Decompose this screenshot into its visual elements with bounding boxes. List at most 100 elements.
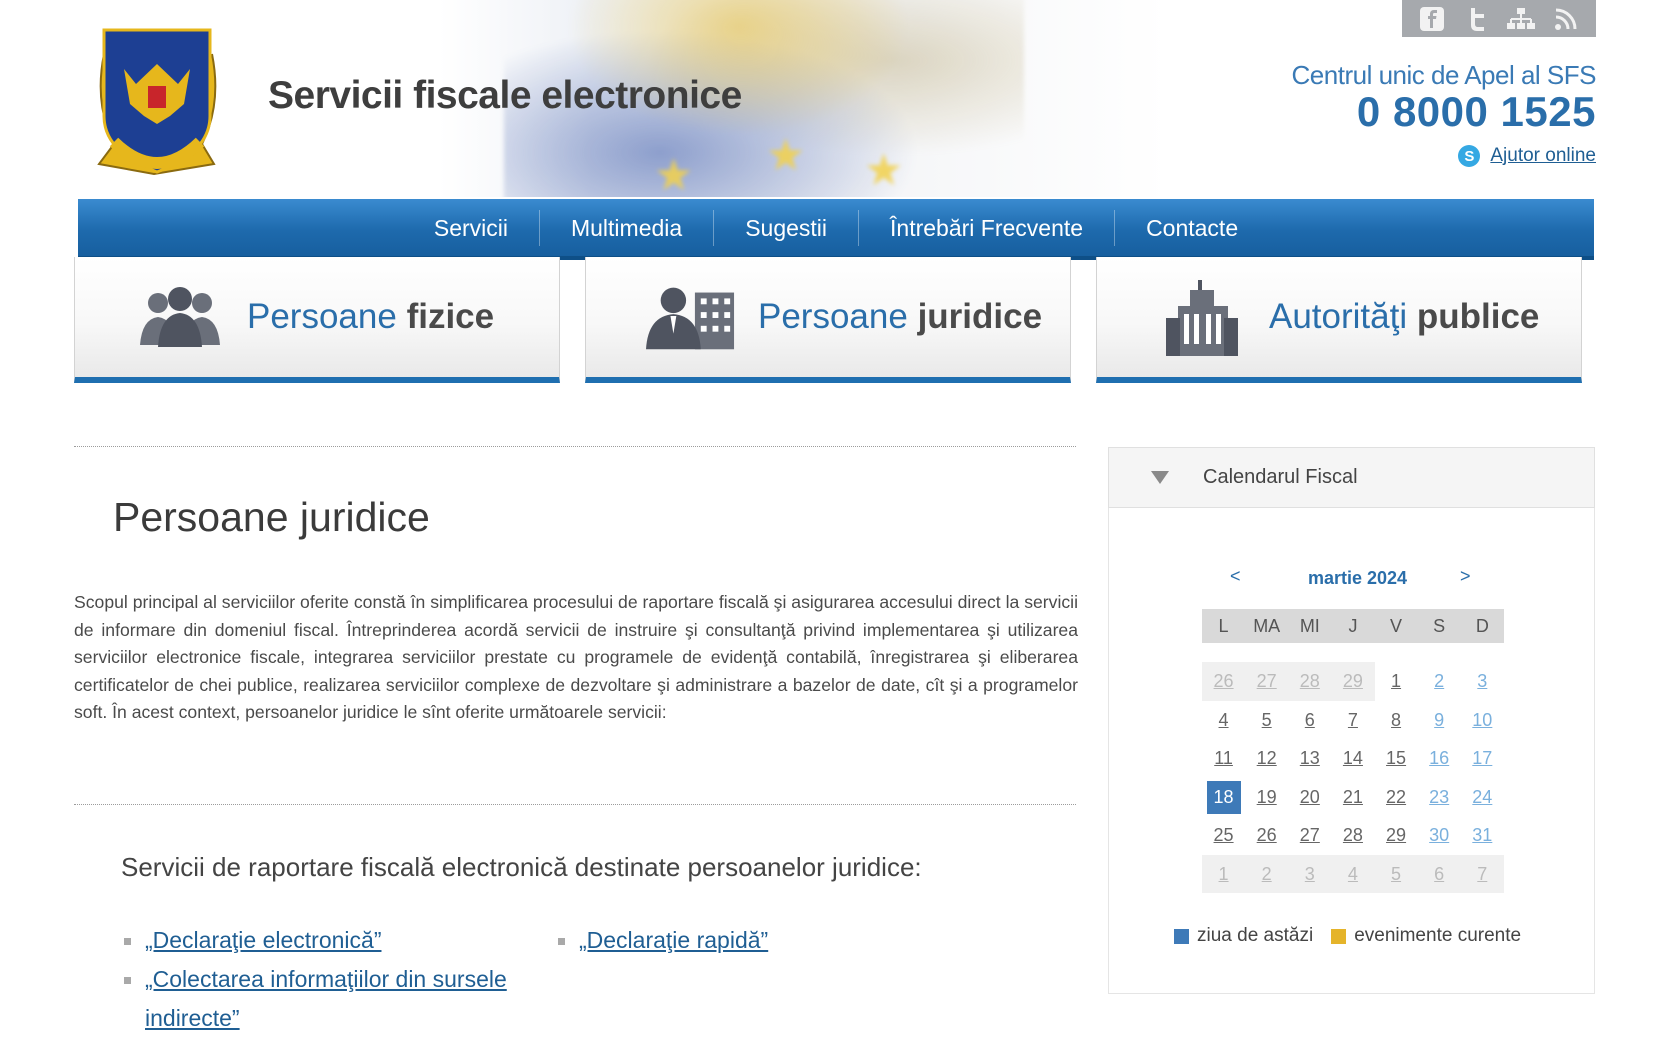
calendar-title: Calendarul Fiscal [1203, 466, 1358, 488]
calendar-panel-header[interactable]: Calendarul Fiscal [1108, 447, 1595, 508]
calendar-week-row: 4 5 6 7 8 9 10 [1202, 701, 1504, 740]
list-bullet [124, 977, 131, 984]
calendar-weeks: 26 27 28 29 1 2 3 4 5 6 7 8 9 10 11 12 13 14 15 16 17 18 19 20 2… [1202, 662, 1504, 893]
calendar-day[interactable]: 2 [1418, 662, 1461, 701]
businessman-building-icon [646, 282, 736, 352]
calendar-day[interactable]: 26 [1245, 816, 1288, 855]
calendar-day[interactable]: 30 [1418, 816, 1461, 855]
calendar-day[interactable]: 5 [1245, 701, 1288, 740]
calendar-week-row: 18 19 20 21 22 23 24 [1202, 778, 1504, 817]
calendar-day-other-month[interactable]: 4 [1331, 854, 1375, 893]
service-link-colectarea-informatiilor[interactable]: „Colectarea informaţiilor din sursele [145, 960, 507, 999]
calendar-day[interactable]: 4 [1202, 701, 1245, 740]
divider [74, 804, 1076, 805]
calendar-day-other-month[interactable]: 1 [1202, 854, 1246, 893]
calendar-day[interactable]: 9 [1418, 701, 1461, 740]
help-online-link[interactable]: Ajutor online [1490, 145, 1596, 167]
people-group-icon [135, 282, 225, 352]
intro-paragraph: Scopul principal al serviciilor oferite … [74, 592, 1078, 722]
calendar-legend: ziua de astăzi evenimente curente [1174, 925, 1521, 947]
tile-persoane-juridice[interactable]: Persoane juridice [585, 257, 1071, 383]
calendar-day-other-month[interactable]: 27 [1245, 662, 1289, 701]
page-title: Persoane juridice [113, 494, 430, 540]
calendar-day[interactable]: 27 [1288, 816, 1331, 855]
calendar-day[interactable]: 8 [1375, 701, 1418, 740]
calendar-day[interactable]: 28 [1331, 816, 1374, 855]
calendar-day[interactable]: 24 [1461, 778, 1504, 817]
calendar-week-row: 11 12 13 14 15 16 17 [1202, 739, 1504, 778]
tile-label: Persoane fizice [247, 297, 495, 336]
nav-item-intrebari-frecvente[interactable]: Întrebări Frecvente [858, 209, 1114, 246]
calendar-day[interactable]: 17 [1461, 739, 1504, 778]
calendar-day-other-month[interactable]: 7 [1460, 854, 1504, 893]
tile-label: Autorităţi publice [1269, 297, 1540, 336]
calendar-day-other-month[interactable]: 6 [1417, 854, 1461, 893]
twitter-icon[interactable] [1462, 5, 1492, 33]
calendar-day-other-month[interactable]: 28 [1288, 662, 1332, 701]
calendar-day[interactable]: 15 [1375, 739, 1418, 778]
calendar-day[interactable]: 12 [1245, 739, 1288, 778]
calendar-day-other-month[interactable]: 2 [1245, 854, 1289, 893]
sfs-emblem-logo[interactable] [74, 24, 240, 184]
calendar-day[interactable]: 14 [1331, 739, 1374, 778]
calendar-day[interactable]: 1 [1375, 662, 1418, 701]
nav-item-sugestii[interactable]: Sugestii [713, 209, 858, 246]
calendar-day-other-month[interactable]: 26 [1202, 662, 1246, 701]
calendar-day[interactable]: 22 [1375, 778, 1418, 817]
skype-icon[interactable]: S [1458, 145, 1481, 167]
list-bullet [124, 938, 131, 945]
service-link-declaratie-electronica[interactable]: „Declaraţie electronică” [145, 921, 381, 960]
calendar-day[interactable]: 19 [1245, 778, 1288, 817]
calendar-day[interactable]: 11 [1202, 739, 1245, 778]
calendar-next-button[interactable]: > [1460, 566, 1471, 587]
nav-item-contacte[interactable]: Contacte [1114, 209, 1269, 246]
calendar-day[interactable]: 21 [1331, 778, 1374, 817]
calendar-day[interactable]: 31 [1461, 816, 1504, 855]
calendar-day-other-month[interactable]: 5 [1374, 854, 1418, 893]
calendar-day[interactable]: 6 [1288, 701, 1331, 740]
sitemap-icon[interactable] [1506, 5, 1536, 33]
services-heading: Servicii de raportare fiscală electronic… [121, 852, 922, 882]
calendar-day-other-month[interactable]: 29 [1331, 662, 1375, 701]
tile-label: Persoane juridice [758, 297, 1043, 336]
calendar-day[interactable]: 25 [1202, 816, 1245, 855]
legend-swatch-today [1174, 928, 1189, 944]
social-icons-bar [1402, 0, 1596, 37]
calendar-day[interactable]: 13 [1288, 739, 1331, 778]
service-link-colectarea-informatiilor-cont[interactable]: indirecte” [145, 999, 240, 1038]
calendar-day-today[interactable]: 18 [1202, 778, 1245, 817]
weekday-label: MI [1299, 616, 1320, 636]
weekday-label: J [1348, 616, 1358, 636]
calendar-day[interactable]: 20 [1288, 778, 1331, 817]
nav-item-multimedia[interactable]: Multimedia [538, 209, 713, 246]
calendar-week-row: 26 27 28 29 1 2 3 [1202, 662, 1504, 701]
nav-item-servicii[interactable]: Servicii [403, 210, 539, 246]
rss-icon[interactable] [1551, 5, 1581, 33]
divider [74, 446, 1076, 447]
calendar-grid: L MA MI J V S D 26 27 28 29 1 2 3 4 5 6 7 8 9 10 11 12 1… [1202, 609, 1504, 893]
calendar-week-row: 25 26 27 28 29 30 31 [1202, 816, 1504, 855]
government-building-icon [1157, 280, 1247, 356]
callcenter-label: Centrul unic de Apel al SFS [1291, 60, 1597, 90]
weekday-label: V [1390, 616, 1403, 636]
calendar-weekday-row: L MA MI J V S D [1202, 609, 1504, 643]
tile-persoane-fizice[interactable]: Persoane fizice [74, 257, 560, 383]
calendar-day[interactable]: 16 [1418, 739, 1461, 778]
collapse-triangle-icon [1151, 471, 1169, 484]
calendar-day[interactable]: 10 [1461, 701, 1504, 740]
weekday-label: L [1218, 616, 1229, 636]
calendar-day-other-month[interactable]: 3 [1288, 854, 1332, 893]
weekday-label: MA [1253, 616, 1281, 636]
calendar-day[interactable]: 29 [1375, 816, 1418, 855]
calendar-day[interactable]: 3 [1461, 662, 1504, 701]
calendar-day[interactable]: 7 [1331, 701, 1374, 740]
site-title: Servicii fiscale electronice [268, 74, 742, 117]
help-online: S Ajutor online [1458, 145, 1596, 167]
weekday-label: D [1475, 616, 1489, 636]
tile-autoritati-publice[interactable]: Autorităţi publice [1096, 257, 1582, 383]
facebook-icon[interactable] [1417, 5, 1447, 33]
service-link-declaratie-rapida[interactable]: „Declaraţie rapidă” [579, 921, 768, 960]
calendar-day[interactable]: 23 [1418, 778, 1461, 817]
legend-label-today: ziua de astăzi [1197, 925, 1314, 946]
calendar-month-label: martie 2024 [1307, 568, 1408, 588]
